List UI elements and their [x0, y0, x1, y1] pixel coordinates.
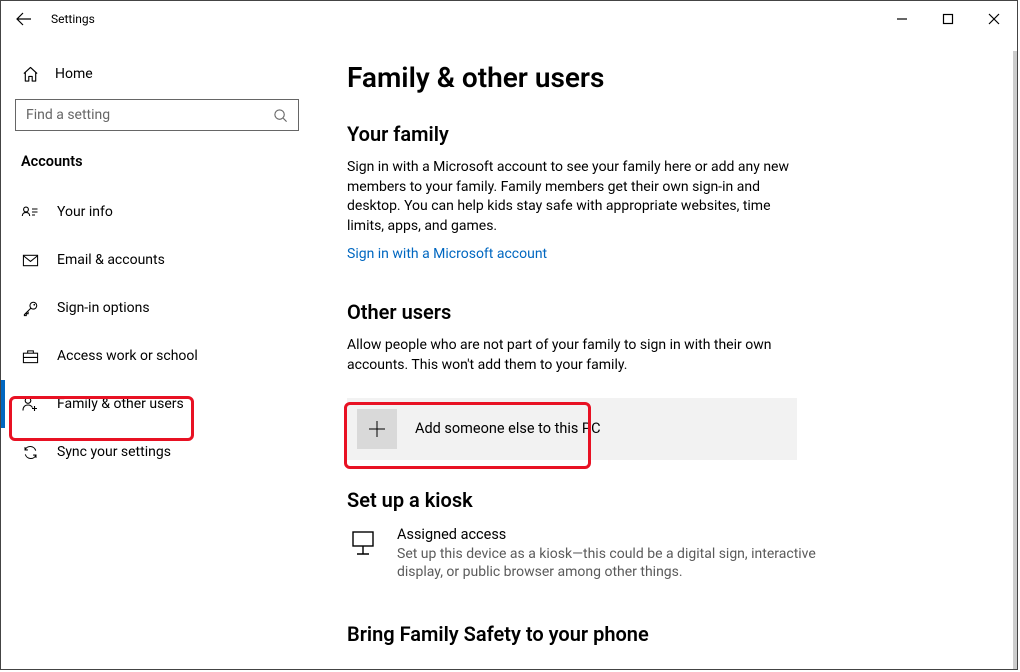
- assigned-access-title: Assigned access: [397, 526, 827, 543]
- sync-icon: [22, 444, 39, 461]
- signin-ms-account-link[interactable]: Sign in with a Microsoft account: [347, 246, 547, 262]
- sidebar: Home Accounts: [1, 37, 313, 669]
- add-user-button[interactable]: Add someone else to this PC: [347, 398, 797, 460]
- sidebar-item-email[interactable]: Email & accounts: [1, 236, 313, 284]
- search-input[interactable]: [24, 106, 270, 124]
- assigned-access-sub: Set up this device as a kiosk—this could…: [397, 545, 827, 583]
- sidebar-item-signin[interactable]: Sign-in options: [1, 284, 313, 332]
- minimize-icon: [896, 13, 908, 25]
- sidebar-item-label: Your info: [57, 204, 113, 220]
- arrow-left-icon: [16, 11, 32, 27]
- briefcase-icon: [22, 348, 39, 365]
- people-add-icon: [21, 395, 39, 413]
- section-your-family: Your family Sign in with a Microsoft acc…: [347, 122, 1017, 262]
- sidebar-item-sync[interactable]: Sync your settings: [1, 428, 313, 476]
- kiosk-heading: Set up a kiosk: [347, 488, 1017, 512]
- your-family-body: Sign in with a Microsoft account to see …: [347, 158, 807, 236]
- sidebar-category: Accounts: [1, 131, 313, 174]
- maximize-button[interactable]: [925, 1, 971, 37]
- sidebar-item-family[interactable]: Family & other users: [1, 380, 313, 428]
- window-title: Settings: [51, 12, 95, 26]
- sidebar-item-label: Email & accounts: [57, 252, 165, 268]
- search-box[interactable]: [15, 99, 299, 131]
- sidebar-item-your-info[interactable]: Your info: [1, 188, 313, 236]
- section-kiosk: Set up a kiosk Assigned access Set up th…: [347, 488, 1017, 583]
- maximize-icon: [942, 13, 954, 25]
- search-icon: [270, 108, 290, 123]
- sidebar-item-label: Sign-in options: [57, 300, 150, 316]
- person-card-icon: [21, 203, 39, 221]
- home-label: Home: [55, 66, 93, 82]
- home-nav[interactable]: Home: [1, 55, 313, 93]
- section-bring-family-safety: Bring Family Safety to your phone: [347, 622, 1017, 646]
- sidebar-item-work[interactable]: Access work or school: [1, 332, 313, 380]
- page-title: Family & other users: [347, 61, 1017, 94]
- back-button[interactable]: [1, 1, 47, 37]
- close-icon: [988, 13, 1000, 25]
- kiosk-icon: [347, 526, 379, 583]
- window-controls: [879, 1, 1017, 37]
- sidebar-item-label: Family & other users: [57, 396, 184, 412]
- close-button[interactable]: [971, 1, 1017, 37]
- section-other-users: Other users Allow people who are not par…: [347, 300, 1017, 459]
- mail-icon: [22, 252, 39, 269]
- plus-icon: [357, 409, 397, 449]
- sidebar-item-label: Sync your settings: [57, 444, 171, 460]
- minimize-button[interactable]: [879, 1, 925, 37]
- titlebar: Settings: [1, 1, 1017, 37]
- sidebar-item-label: Access work or school: [57, 348, 198, 364]
- bring-family-safety-heading: Bring Family Safety to your phone: [347, 622, 1017, 646]
- other-users-heading: Other users: [347, 300, 1017, 324]
- other-users-body: Allow people who are not part of your fa…: [347, 336, 807, 375]
- main-panel: Family & other users Your family Sign in…: [313, 37, 1017, 669]
- your-family-heading: Your family: [347, 122, 1017, 146]
- scrollbar[interactable]: [1013, 51, 1017, 669]
- home-icon: [22, 66, 39, 83]
- add-user-label: Add someone else to this PC: [415, 420, 601, 437]
- key-icon: [22, 300, 39, 317]
- assigned-access-button[interactable]: Assigned access Set up this device as a …: [347, 526, 827, 583]
